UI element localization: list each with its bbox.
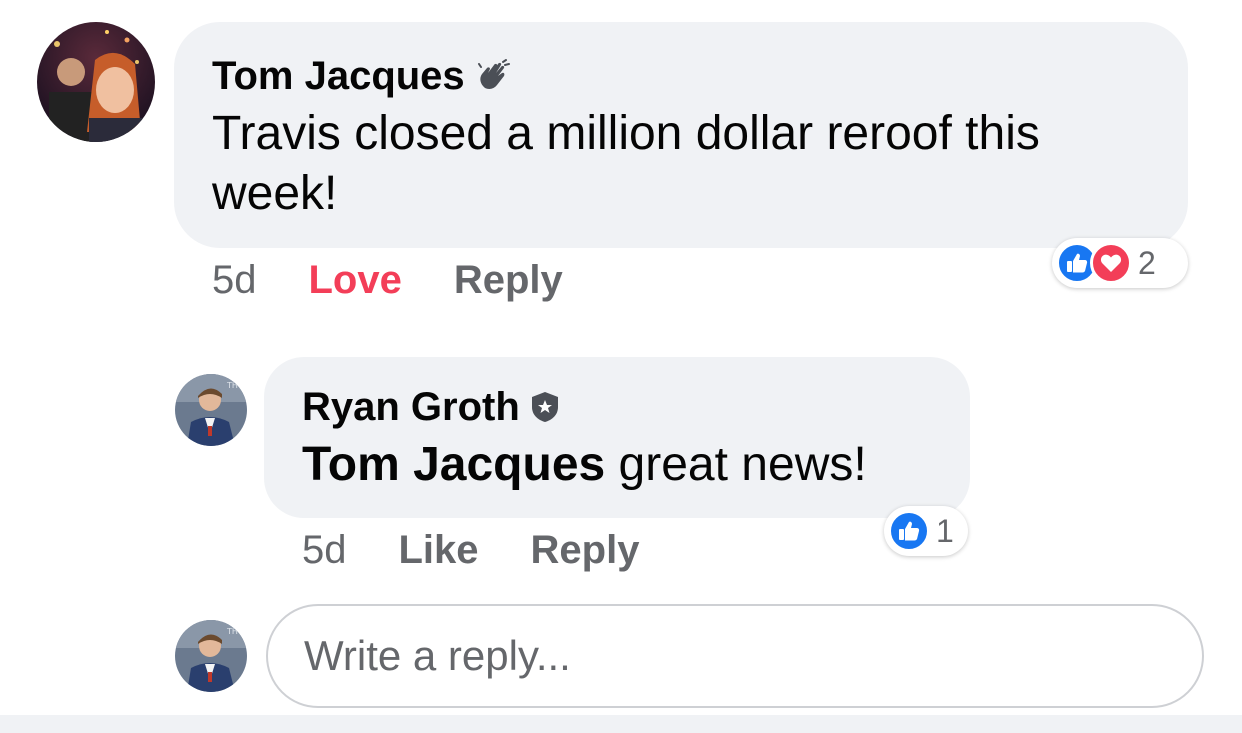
- like-button[interactable]: Like: [399, 528, 479, 573]
- comment-reactions[interactable]: 2: [1052, 238, 1188, 288]
- svg-text:TH: TH: [226, 627, 238, 636]
- reply-reply-button[interactable]: Reply: [531, 528, 640, 573]
- like-reaction-icon: [888, 510, 930, 552]
- reply-author-row: Ryan Groth: [302, 383, 932, 431]
- reply-input-placeholder: Write a reply...: [304, 632, 571, 679]
- comment-actions: 5d Love Reply: [212, 258, 563, 303]
- reply-reactions[interactable]: 1: [884, 506, 968, 556]
- comment-text: Travis closed a million dollar reroof th…: [212, 107, 1040, 220]
- comment-reply-button[interactable]: Reply: [454, 258, 563, 303]
- replier-avatar[interactable]: TH: [175, 374, 247, 446]
- wave-icon: [475, 58, 511, 94]
- bottom-divider: [0, 715, 1242, 733]
- comment-reaction-count: 2: [1138, 244, 1156, 281]
- comment-bubble: Tom Jacques Travis closed a million doll…: [174, 22, 1188, 248]
- reply-reaction-count: 1: [936, 512, 954, 549]
- reply-timestamp[interactable]: 5d: [302, 528, 347, 573]
- current-user-avatar: TH: [175, 620, 247, 692]
- reply-input[interactable]: Write a reply...: [266, 604, 1204, 708]
- commenter-avatar[interactable]: [37, 22, 155, 142]
- reply-text-row: Tom Jacques great news!: [302, 435, 932, 495]
- comment-author-name[interactable]: Tom Jacques: [212, 52, 465, 100]
- reply-actions: 5d Like Reply: [302, 528, 639, 573]
- love-reaction-button[interactable]: Love: [309, 258, 402, 303]
- reply-text: great news!: [605, 438, 867, 491]
- comment-timestamp[interactable]: 5d: [212, 258, 257, 303]
- comment-author-row: Tom Jacques: [212, 52, 1150, 100]
- svg-text:TH: TH: [226, 381, 238, 390]
- love-reaction-icon: [1090, 242, 1132, 284]
- reply-bubble: Ryan Groth Tom Jacques great news!: [264, 357, 970, 518]
- reply-author-name[interactable]: Ryan Groth: [302, 383, 520, 431]
- mention-link[interactable]: Tom Jacques: [302, 438, 605, 491]
- verified-shield-icon: [530, 391, 560, 423]
